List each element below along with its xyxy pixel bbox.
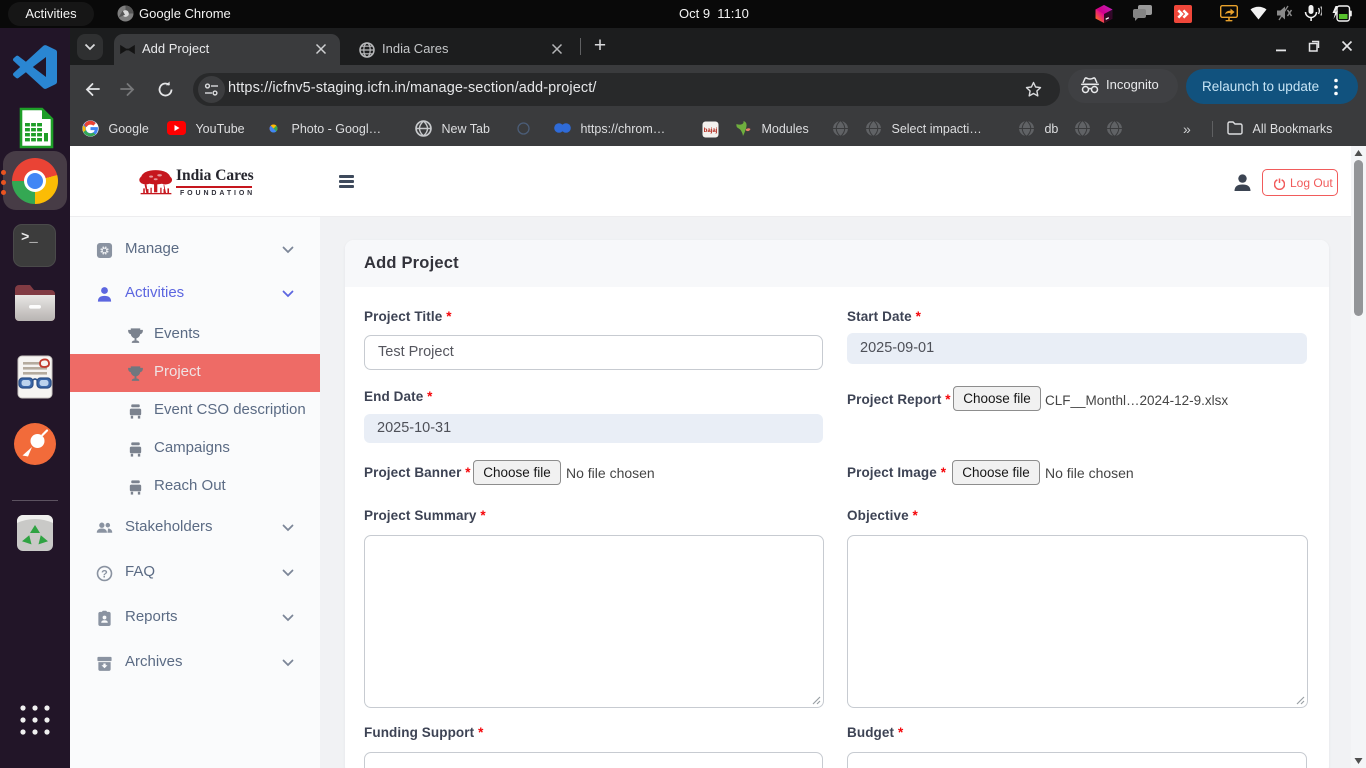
svg-text:?: ? bbox=[101, 568, 108, 580]
svg-text:bajaj: bajaj bbox=[704, 128, 718, 134]
